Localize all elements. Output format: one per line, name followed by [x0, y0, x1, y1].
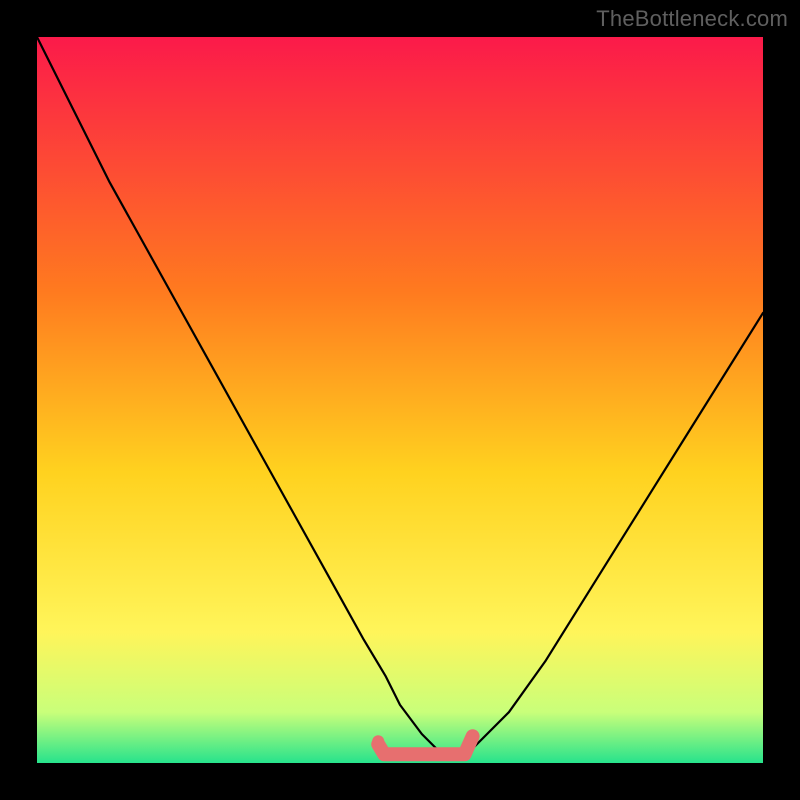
plot-gradient-area	[37, 37, 763, 763]
watermark-text: TheBottleneck.com	[596, 6, 788, 32]
valley-highlight-dot	[372, 735, 384, 747]
bottleneck-curve	[37, 37, 763, 756]
chart-frame: TheBottleneck.com	[0, 0, 800, 800]
chart-overlay-svg	[37, 37, 763, 763]
